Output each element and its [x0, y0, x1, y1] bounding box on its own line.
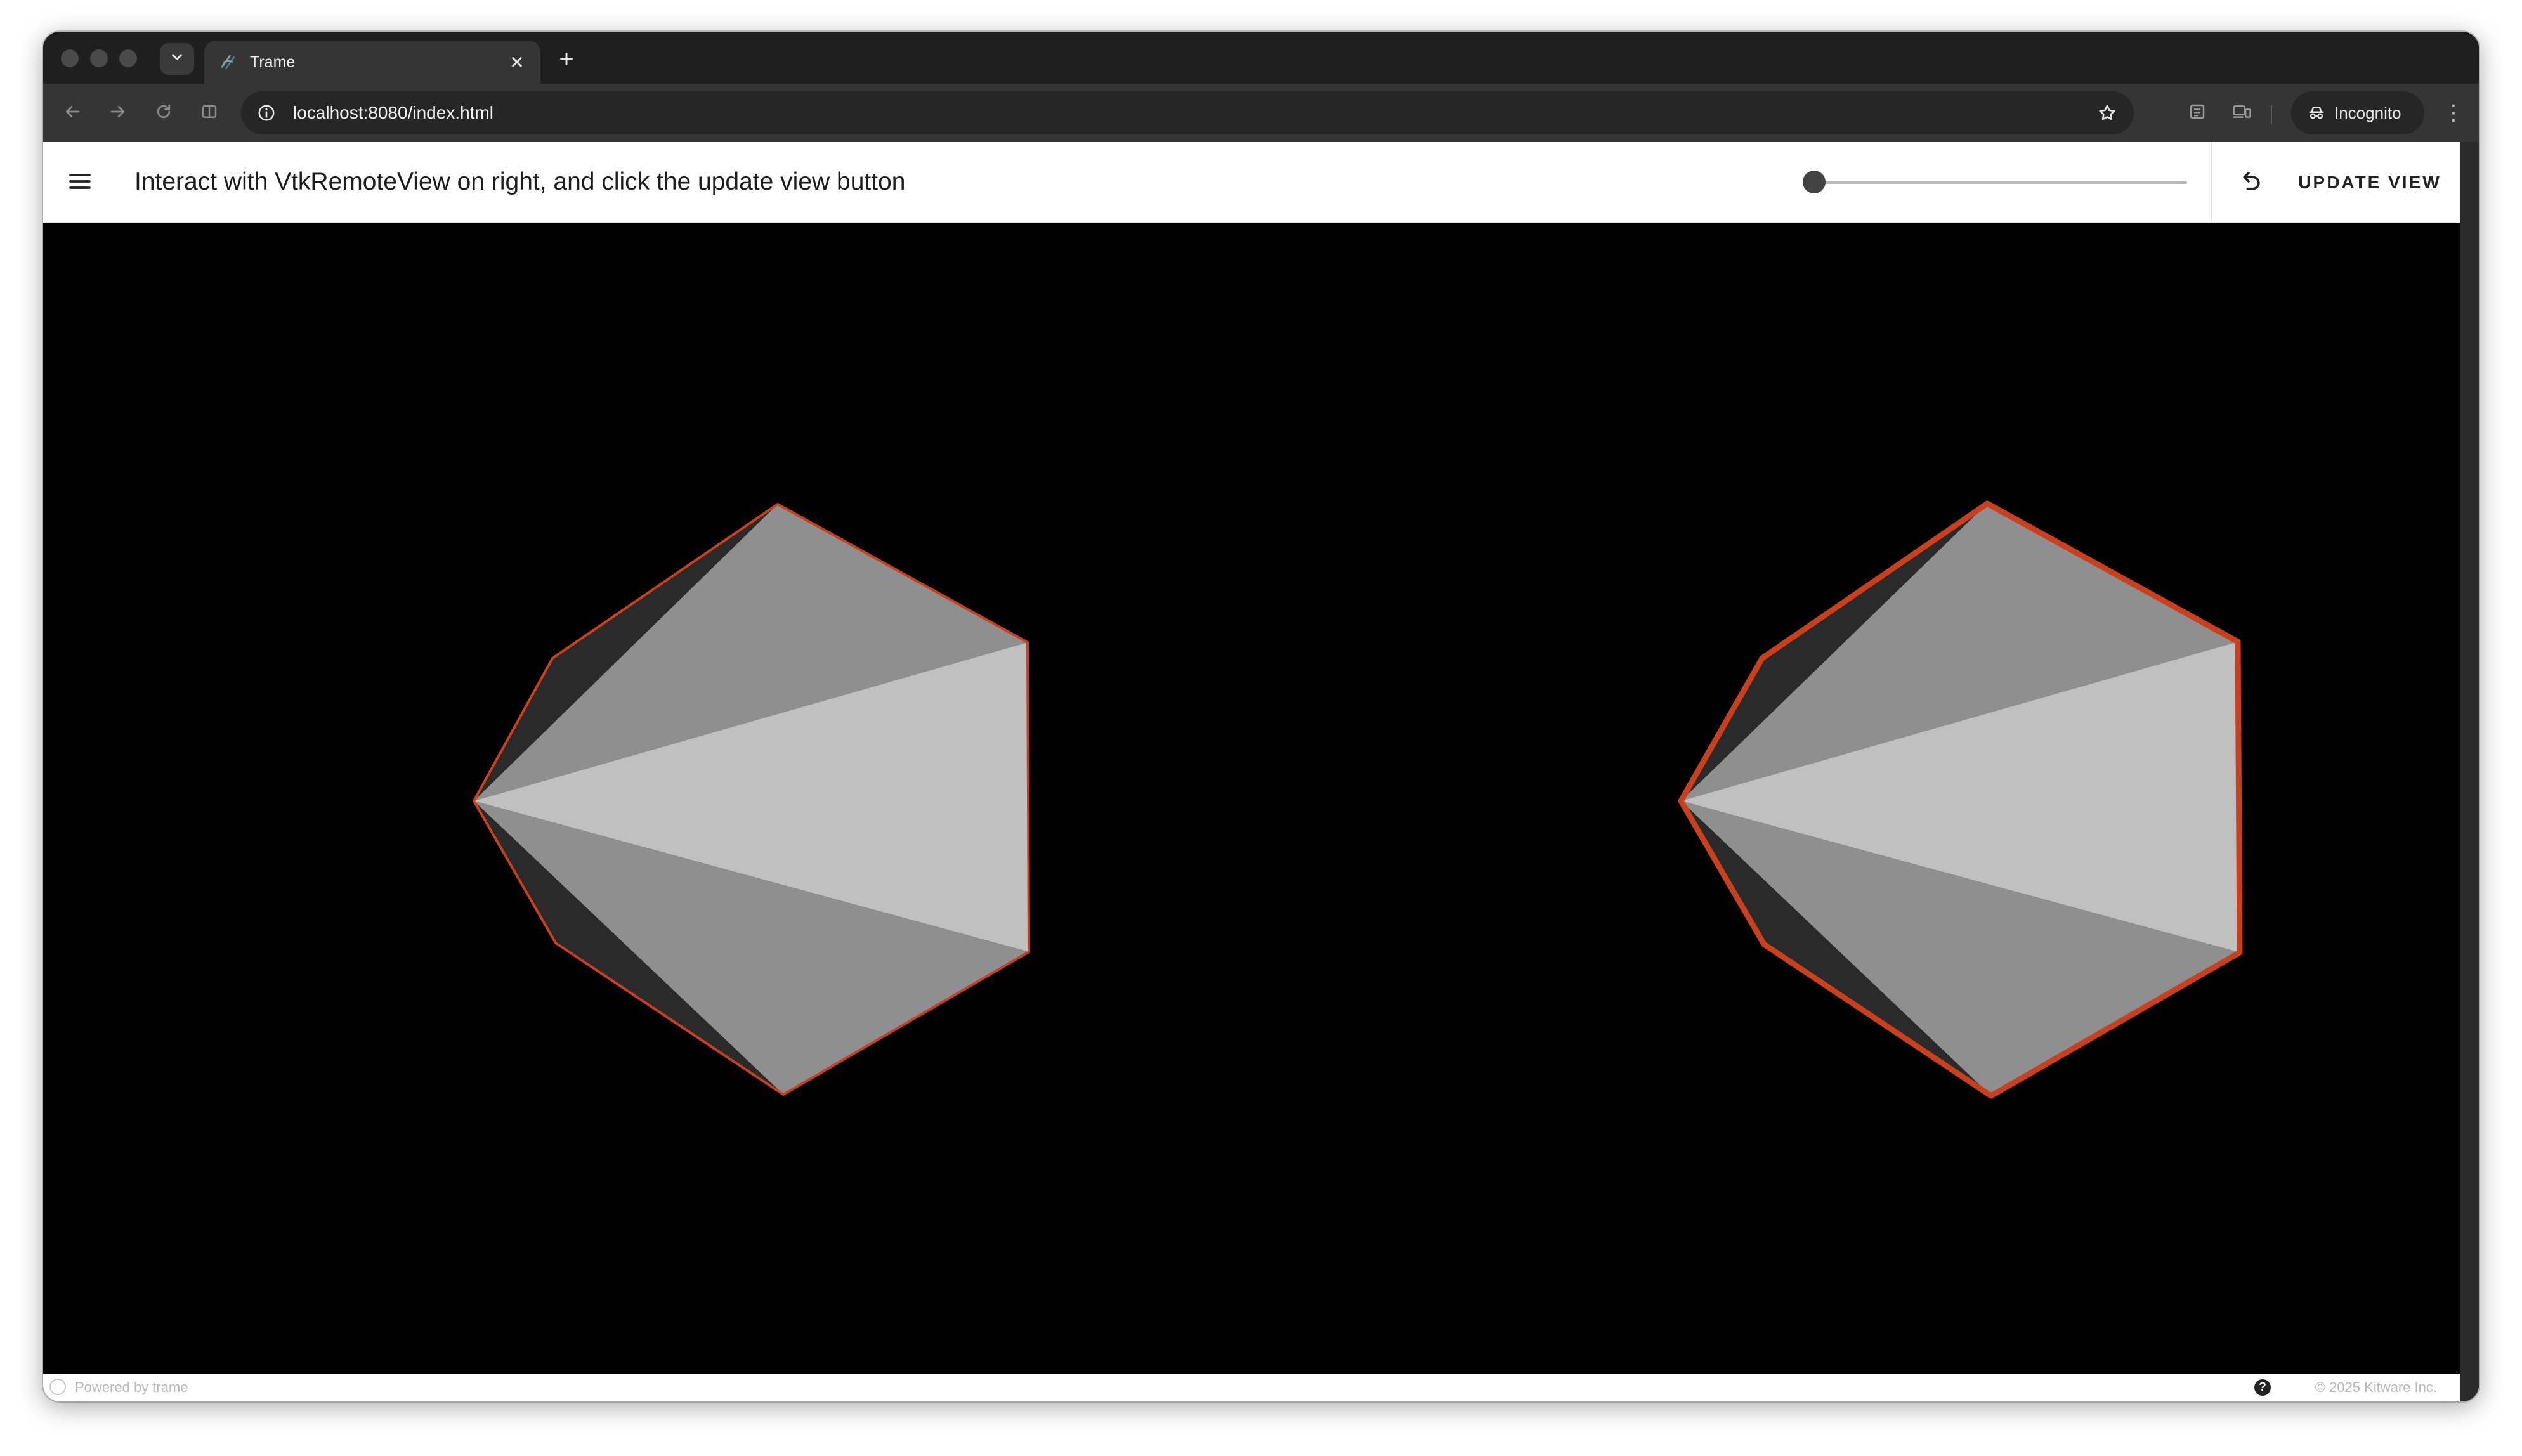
url-text: localhost:8080/index.html [293, 103, 493, 122]
tab-strip: Trame ✕ + [43, 32, 2479, 84]
reading-list-icon [2188, 102, 2207, 124]
reset-camera-button[interactable] [2233, 164, 2271, 202]
arrow-right-icon [108, 102, 127, 124]
reload-button[interactable] [148, 98, 179, 128]
incognito-label: Incognito [2334, 103, 2401, 122]
help-icon[interactable]: ? [2254, 1379, 2271, 1396]
chevron-down-icon [169, 49, 185, 70]
site-info-icon[interactable] [254, 100, 279, 126]
tab-trame[interactable]: Trame ✕ [204, 41, 540, 84]
nav-drawer-toggle[interactable] [61, 164, 99, 202]
browser-window: Trame ✕ + localhost:8080/index.html Inco… [43, 32, 2479, 1401]
render-canvas [43, 223, 2460, 1374]
hamburger-menu-icon [67, 169, 93, 197]
window-edge [2460, 142, 2479, 1401]
new-tab-button[interactable]: + [551, 43, 582, 75]
app-bar: Interact with VtkRemoteView on right, an… [43, 142, 2460, 223]
tab-search-button[interactable] [160, 43, 194, 75]
more-vertical-icon: ⋮ [2443, 101, 2464, 125]
trame-logo-icon [49, 1379, 66, 1395]
split-view-icon [200, 102, 219, 124]
address-bar[interactable]: localhost:8080/index.html [241, 91, 2134, 134]
arrow-left-icon [63, 102, 82, 124]
update-view-button[interactable]: UPDATE VIEW [2289, 160, 2451, 205]
bookmark-star-icon[interactable] [2094, 100, 2120, 126]
resolution-slider[interactable] [1803, 166, 2187, 198]
devices-icon [2231, 102, 2252, 124]
split-view-button[interactable] [194, 98, 225, 128]
app-footer: Powered by trame ? © 2025 Kitware Inc. [43, 1374, 2460, 1401]
device-toggle-button[interactable] [2226, 98, 2257, 128]
minimize-window-button[interactable] [90, 49, 108, 67]
forward-button[interactable] [103, 98, 133, 128]
tab-title: Trame [250, 53, 296, 71]
appbar-divider [2211, 142, 2212, 222]
vtk-views-container [43, 223, 2460, 1374]
slider-track[interactable] [1807, 181, 2187, 184]
trame-favicon-icon [218, 52, 238, 72]
page-title: Interact with VtkRemoteView on right, an… [134, 168, 906, 195]
reading-list-button[interactable] [2182, 98, 2212, 128]
close-tab-icon[interactable]: ✕ [507, 52, 526, 73]
reload-icon [154, 102, 173, 124]
incognito-icon [2306, 103, 2327, 123]
browser-toolbar: localhost:8080/index.html Incognito ⋮ [43, 84, 2479, 142]
maximize-window-button[interactable] [119, 49, 137, 67]
undo-icon [2239, 169, 2264, 197]
toolbar-separator [2271, 105, 2272, 124]
incognito-profile-button[interactable]: Incognito [2291, 91, 2424, 134]
browser-menu-button[interactable]: ⋮ [2441, 98, 2466, 128]
copyright-text: © 2025 Kitware Inc. [2315, 1379, 2437, 1395]
powered-by-text[interactable]: Powered by trame [75, 1374, 188, 1401]
close-window-button[interactable] [61, 49, 79, 67]
slider-thumb[interactable] [1803, 171, 1826, 193]
back-button[interactable] [57, 98, 88, 128]
